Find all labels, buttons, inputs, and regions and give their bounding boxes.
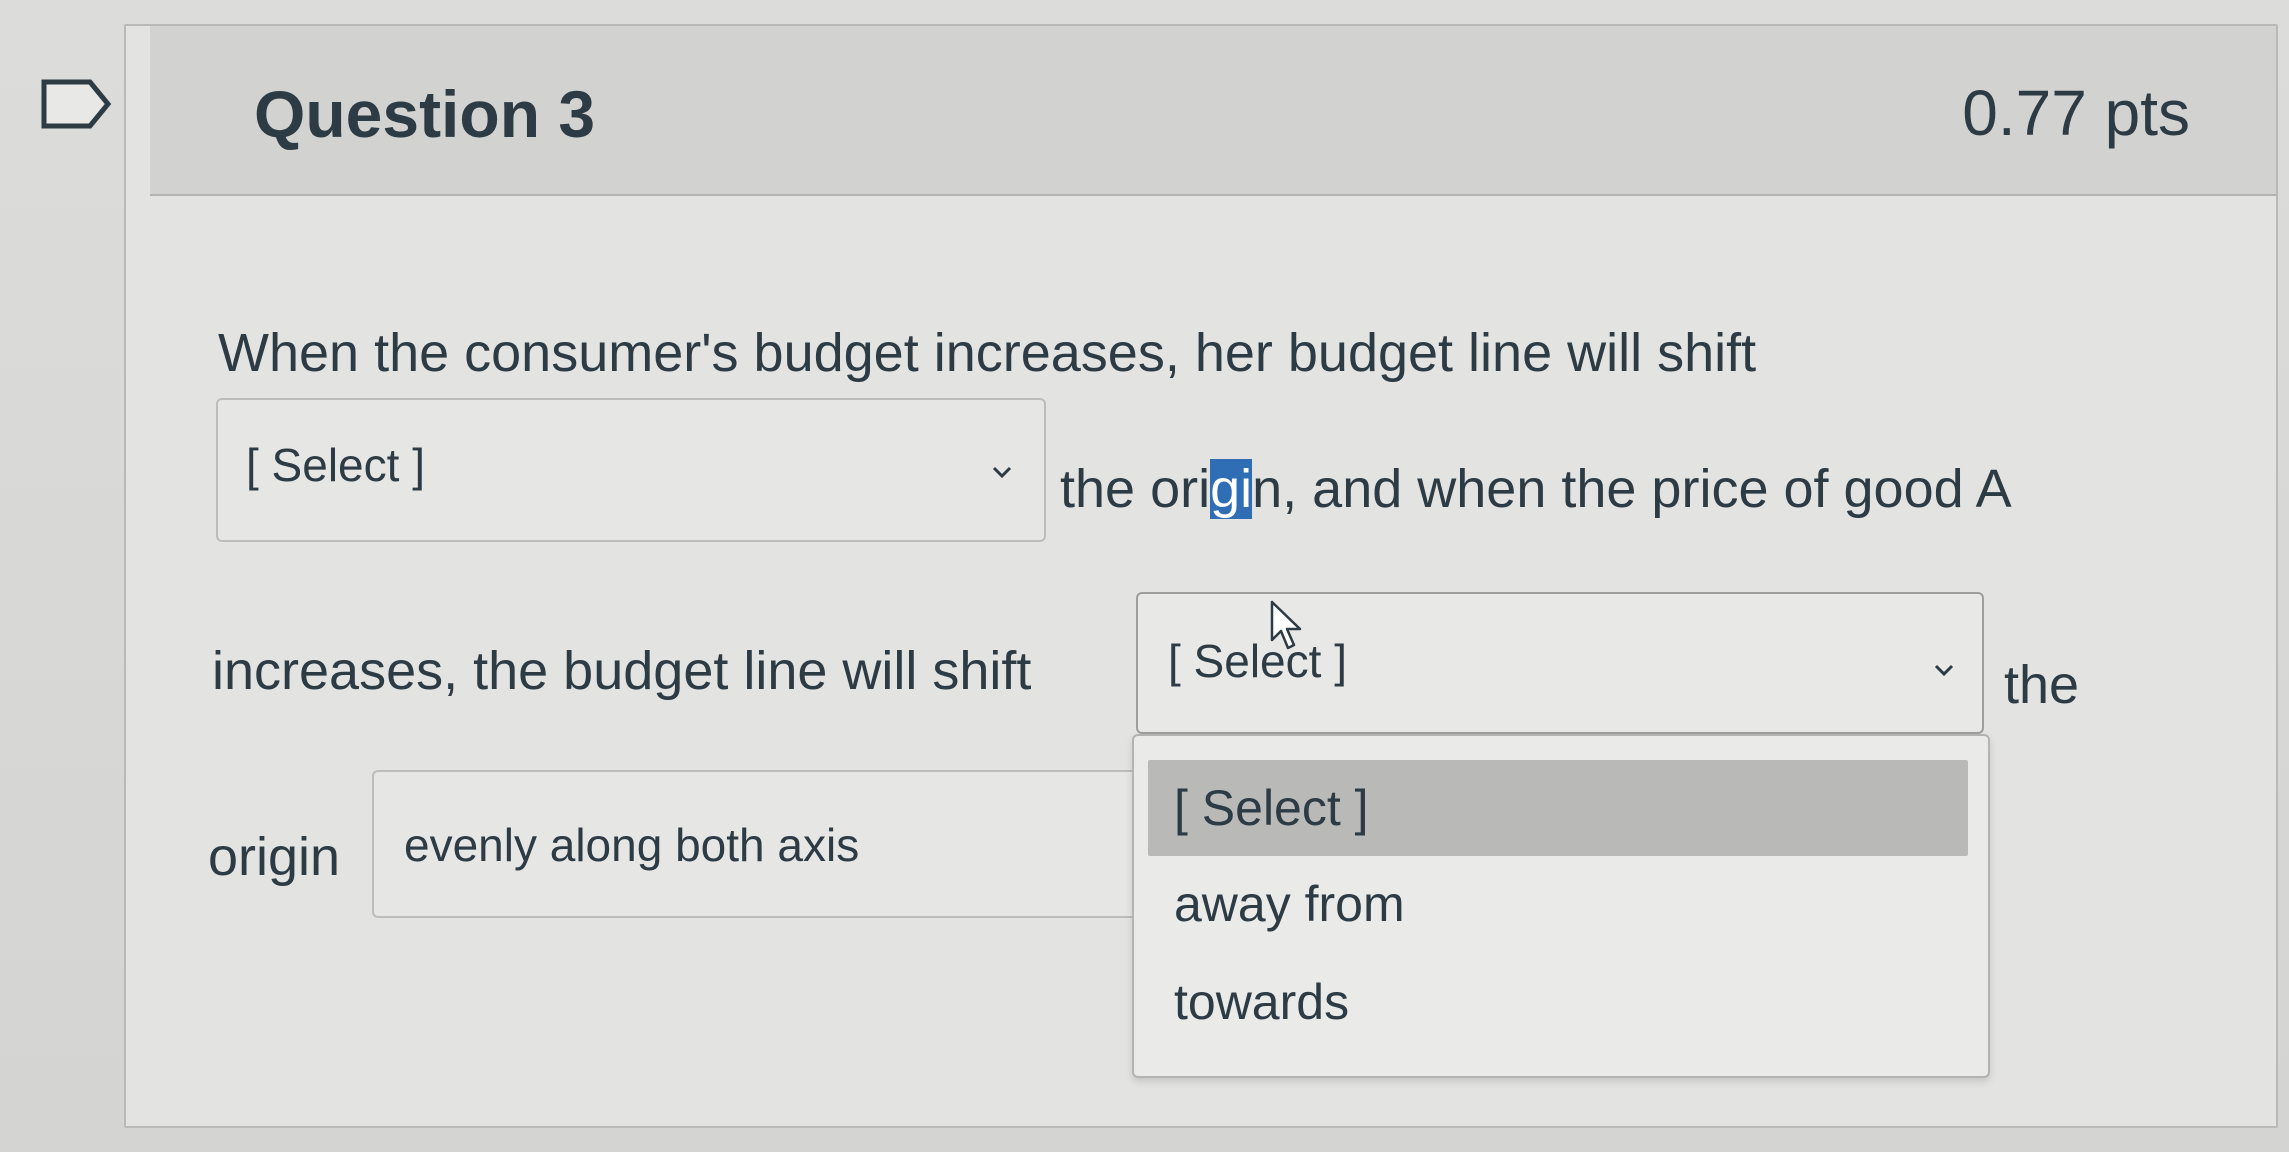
answer-select-3[interactable]: evenly along both axis	[372, 770, 1176, 918]
dropdown-option-towards[interactable]: towards	[1148, 954, 1968, 1050]
question-title: Question 3	[254, 77, 596, 151]
mouse-cursor-icon	[1270, 600, 1302, 650]
question-text-line-2: the origin, and when the price of good A	[1060, 458, 2012, 520]
dropdown-option-select[interactable]: [ Select ]	[1148, 760, 1968, 856]
text-segment: the ori	[1060, 459, 1211, 519]
dropdown-options-list: [ Select ] away from towards	[1132, 734, 1990, 1078]
answer-select-3-value: evenly along both axis	[404, 819, 860, 871]
question-text-line-1: When the consumer's budget increases, he…	[218, 323, 1757, 383]
question-header: Question 3 0.77 pts	[150, 26, 2276, 196]
question-text-origin: origin	[208, 827, 341, 887]
text-segment: n, and when the price of good A	[1252, 459, 2012, 519]
quiz-page: Question 3 0.77 pts When the consumer's …	[0, 0, 2289, 1152]
question-text-line-3: increases, the budget line will shift	[212, 641, 1032, 701]
question-points: 0.77 pts	[1962, 77, 2190, 149]
bookmark-flag-icon[interactable]	[40, 78, 112, 130]
answer-select-2[interactable]: [ Select ]	[1136, 592, 1984, 734]
answer-select-1[interactable]: [ Select ]	[216, 398, 1046, 542]
answer-select-1-value: [ Select ]	[246, 439, 425, 491]
answer-select-2-value: [ Select ]	[1168, 635, 1347, 687]
selected-text-highlight: gi	[1210, 459, 1253, 519]
chevron-down-icon	[1934, 664, 1954, 677]
dropdown-option-away-from[interactable]: away from	[1148, 856, 1968, 952]
chevron-down-icon	[992, 466, 1012, 479]
question-text-the: the	[2004, 655, 2080, 715]
